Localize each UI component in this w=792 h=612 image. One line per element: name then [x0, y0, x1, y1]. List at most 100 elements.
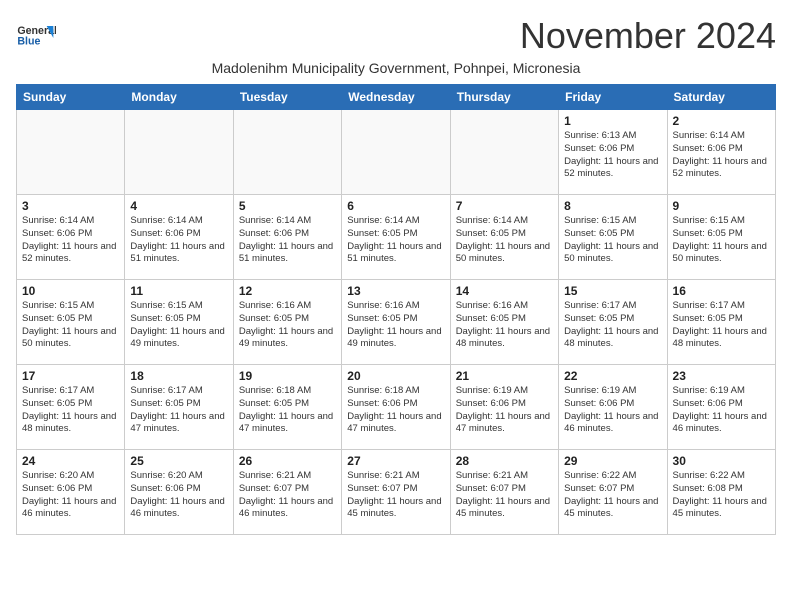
cell-line: Sunrise: 6:14 AM [239, 215, 311, 226]
calendar-cell: 4Sunrise: 6:14 AMSunset: 6:06 PMDaylight… [125, 195, 233, 280]
calendar-cell: 14Sunrise: 6:16 AMSunset: 6:05 PMDayligh… [450, 280, 558, 365]
cell-content: Sunrise: 6:18 AMSunset: 6:05 PMDaylight:… [239, 385, 336, 436]
cell-content: Sunrise: 6:15 AMSunset: 6:05 PMDaylight:… [130, 300, 227, 351]
cell-line: Sunrise: 6:18 AM [347, 385, 419, 396]
cell-line: Sunset: 6:05 PM [22, 313, 92, 324]
day-number: 1 [564, 114, 661, 128]
week-row-4: 17Sunrise: 6:17 AMSunset: 6:05 PMDayligh… [17, 365, 776, 450]
cell-line: Sunset: 6:07 PM [456, 483, 526, 494]
calendar-table: SundayMondayTuesdayWednesdayThursdayFrid… [16, 84, 776, 535]
cell-content: Sunrise: 6:17 AMSunset: 6:05 PMDaylight:… [673, 300, 770, 351]
cell-line: Daylight: 11 hours and 51 minutes. [239, 241, 333, 265]
cell-line: Daylight: 11 hours and 46 minutes. [239, 496, 333, 520]
weekday-header-friday: Friday [559, 85, 667, 110]
cell-content: Sunrise: 6:15 AM Sunset: 6:05 PM Daylight:… [22, 300, 119, 351]
calendar-cell: 25Sunrise: 6:20 AMSunset: 6:06 PMDayligh… [125, 450, 233, 535]
cell-line: Sunrise: 6:14 AM [130, 215, 202, 226]
cell-line: Daylight: 11 hours and 49 minutes. [239, 326, 333, 350]
weekday-header-row: SundayMondayTuesdayWednesdayThursdayFrid… [17, 85, 776, 110]
day-number: 13 [347, 284, 444, 298]
calendar-cell: 7Sunrise: 6:14 AMSunset: 6:05 PMDaylight… [450, 195, 558, 280]
cell-line: Daylight: 11 hours and 51 minutes. [347, 241, 441, 265]
cell-content: Sunrise: 6:16 AMSunset: 6:05 PMDaylight:… [347, 300, 444, 351]
week-row-1: 1 Sunrise: 6:13 AM Sunset: 6:06 PM Daylight… [17, 110, 776, 195]
cell-line: Daylight: 11 hours and 46 minutes. [564, 411, 658, 435]
cell-line: Sunrise: 6:19 AM [673, 385, 745, 396]
day-number: 2 [673, 114, 770, 128]
calendar-cell: 6Sunrise: 6:14 AMSunset: 6:05 PMDaylight… [342, 195, 450, 280]
cell-line: Sunset: 6:07 PM [347, 483, 417, 494]
cell-line: Sunset: 6:05 PM [347, 228, 417, 239]
subtitle: Madolenihm Municipality Government, Pohn… [16, 60, 776, 76]
cell-line: Sunset: 6:06 PM [673, 143, 743, 154]
cell-content: Sunrise: 6:22 AMSunset: 6:08 PMDaylight:… [673, 470, 770, 521]
day-number: 3 [22, 199, 119, 213]
logo: General Blue [16, 16, 56, 56]
day-number: 21 [456, 369, 553, 383]
cell-line: Sunrise: 6:22 AM [673, 470, 745, 481]
calendar-cell [233, 110, 341, 195]
weekday-header-wednesday: Wednesday [342, 85, 450, 110]
cell-line: Daylight: 11 hours and 50 minutes. [564, 241, 658, 265]
calendar-cell: 19 Sunrise: 6:18 AMSunset: 6:05 PMDayligh… [233, 365, 341, 450]
cell-line: Sunrise: 6:15 AM [564, 215, 636, 226]
calendar-cell: 20Sunrise: 6:18 AMSunset: 6:06 PMDayligh… [342, 365, 450, 450]
cell-content: Sunrise: 6:14 AMSunset: 6:05 PMDaylight:… [456, 215, 553, 266]
cell-line: Sunrise: 6:13 AM [564, 130, 636, 141]
cell-line: Sunrise: 6:15 AM [22, 300, 94, 311]
cell-line: Sunset: 6:05 PM [22, 398, 92, 409]
cell-line: Daylight: 11 hours and 52 minutes. [673, 156, 767, 180]
cell-line: Sunset: 6:05 PM [673, 313, 743, 324]
day-number: 23 [673, 369, 770, 383]
day-number: 8 [564, 199, 661, 213]
cell-content: Sunrise: 6:19 AMSunset: 6:06 PMDaylight:… [673, 385, 770, 436]
cell-line: Sunrise: 6:14 AM [456, 215, 528, 226]
cell-line: Sunrise: 6:14 AM [673, 130, 745, 141]
week-row-5: 24Sunrise: 6:20 AMSunset: 6:06 PMDayligh… [17, 450, 776, 535]
day-number: 10 [22, 284, 119, 298]
cell-line: Daylight: 11 hours and 50 minutes. [22, 326, 116, 350]
calendar-cell: 30Sunrise: 6:22 AMSunset: 6:08 PMDayligh… [667, 450, 775, 535]
calendar-cell [17, 110, 125, 195]
cell-line: Sunrise: 6:18 AM [239, 385, 311, 396]
weekday-header-saturday: Saturday [667, 85, 775, 110]
calendar-cell: 24Sunrise: 6:20 AMSunset: 6:06 PMDayligh… [17, 450, 125, 535]
cell-line: Daylight: 11 hours and 46 minutes. [22, 496, 116, 520]
cell-line: Daylight: 11 hours and 51 minutes. [130, 241, 224, 265]
weekday-header-sunday: Sunday [17, 85, 125, 110]
cell-content: Sunrise: 6:18 AMSunset: 6:06 PMDaylight:… [347, 385, 444, 436]
cell-content: Sunrise: 6:19 AMSunset: 6:06 PMDaylight:… [456, 385, 553, 436]
calendar-cell [125, 110, 233, 195]
calendar-cell: 28Sunrise: 6:21 AMSunset: 6:07 PMDayligh… [450, 450, 558, 535]
calendar-cell: 10 Sunrise: 6:15 AM Sunset: 6:05 PM Dayligh… [17, 280, 125, 365]
cell-content: Sunrise: 6:17 AMSunset: 6:05 PMDaylight:… [564, 300, 661, 351]
calendar-cell [450, 110, 558, 195]
day-number: 22 [564, 369, 661, 383]
logo-icon: General Blue [16, 16, 56, 56]
day-number: 15 [564, 284, 661, 298]
cell-line: Daylight: 11 hours and 50 minutes. [673, 241, 767, 265]
cell-line: Daylight: 11 hours and 45 minutes. [673, 496, 767, 520]
day-number: 19 [239, 369, 336, 383]
cell-line: Sunrise: 6:17 AM [564, 300, 636, 311]
month-title: November 2024 [520, 16, 776, 56]
day-number: 27 [347, 454, 444, 468]
cell-line: Sunrise: 6:16 AM [456, 300, 528, 311]
calendar-cell: 9Sunrise: 6:15 AMSunset: 6:05 PMDaylight… [667, 195, 775, 280]
cell-line: Daylight: 11 hours and 48 minutes. [22, 411, 116, 435]
calendar-cell: 12Sunrise: 6:16 AMSunset: 6:05 PMDayligh… [233, 280, 341, 365]
weekday-header-monday: Monday [125, 85, 233, 110]
day-number: 16 [673, 284, 770, 298]
cell-content: Sunrise: 6:15 AMSunset: 6:05 PMDaylight:… [564, 215, 661, 266]
cell-line: Daylight: 11 hours and 45 minutes. [564, 496, 658, 520]
cell-content: Sunrise: 6:16 AMSunset: 6:05 PMDaylight:… [456, 300, 553, 351]
cell-line: Sunrise: 6:21 AM [239, 470, 311, 481]
cell-line: Sunset: 6:06 PM [347, 398, 417, 409]
cell-line: Sunset: 6:06 PM [673, 398, 743, 409]
day-number: 6 [347, 199, 444, 213]
cell-content: Sunrise: 6:14 AMSunset: 6:06 PMDaylight:… [239, 215, 336, 266]
cell-line: Sunset: 6:06 PM [130, 228, 200, 239]
day-number: 18 [130, 369, 227, 383]
cell-line: Sunrise: 6:16 AM [239, 300, 311, 311]
cell-line: Daylight: 11 hours and 45 minutes. [347, 496, 441, 520]
